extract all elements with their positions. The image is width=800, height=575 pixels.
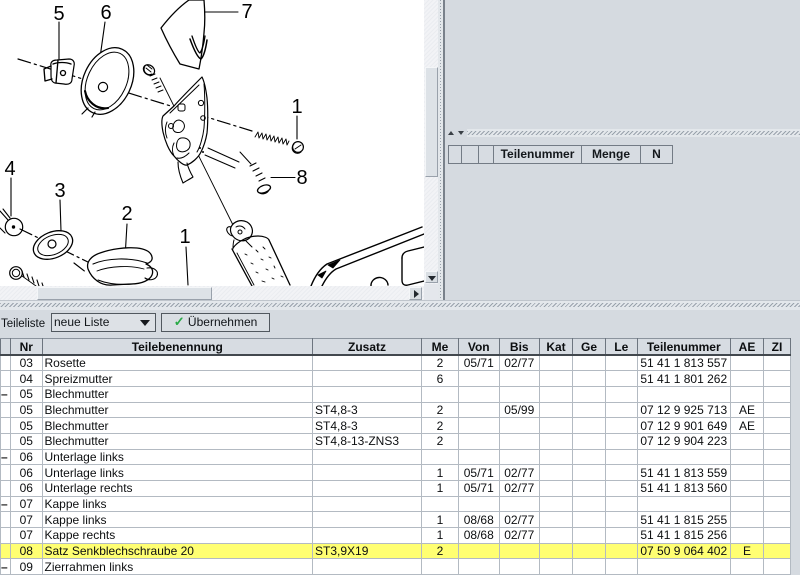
- svg-text:2: 2: [121, 203, 132, 225]
- svg-text:8: 8: [296, 167, 307, 189]
- svg-text:4: 4: [4, 158, 15, 180]
- svg-text:1: 1: [291, 96, 302, 118]
- svg-text:7: 7: [241, 1, 252, 23]
- svg-text:3: 3: [54, 180, 65, 202]
- svg-text:6: 6: [100, 2, 111, 24]
- svg-text:1: 1: [179, 226, 190, 248]
